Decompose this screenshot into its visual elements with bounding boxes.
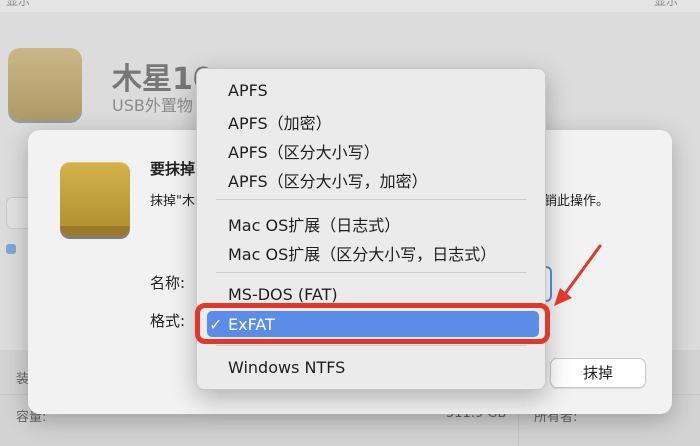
menu-separator	[216, 272, 527, 273]
dialog-message-end: 销此操作。	[544, 194, 610, 209]
menu-item-apfs-case-sensitive[interactable]: APFS（区分大小写）	[228, 139, 380, 163]
annotation-highlight-box	[195, 303, 550, 344]
annotation-arrow-icon	[554, 244, 602, 306]
background-top-left-text: 显示	[6, 0, 31, 8]
menu-item-ms-dos-fat[interactable]: MS-DOS (FAT)	[228, 285, 338, 304]
menu-item-apfs-encrypted[interactable]: APFS（加密）	[228, 110, 332, 134]
dialog-message-start: 抹掉"木	[150, 194, 195, 209]
menu-item-apfs-case-sensitive-encrypted[interactable]: APFS（区分大小写，加密）	[228, 168, 428, 192]
menu-item-mac-os-extended-journaled[interactable]: Mac OS扩展（日志式）	[228, 212, 400, 236]
erase-button[interactable]: 抹掉	[550, 358, 646, 388]
external-disk-icon	[60, 162, 130, 236]
menu-item-mac-os-extended-case-sensitive-journaled[interactable]: Mac OS扩展（区分大小写，日志式）	[228, 241, 496, 265]
background-top-right-text: 显示	[653, 0, 678, 8]
menu-item-windows-ntfs[interactable]: Windows NTFS	[228, 358, 345, 377]
format-label: 格式:	[150, 312, 186, 330]
background-disk-subtitle: USB外置物	[112, 96, 193, 115]
background-window-top	[0, 0, 700, 12]
menu-item-apfs[interactable]: APFS	[228, 81, 268, 100]
name-label: 名称:	[150, 274, 186, 292]
menu-separator	[216, 199, 527, 200]
menu-separator	[216, 345, 527, 346]
background-indicator-dot	[6, 244, 16, 254]
background-disk-icon	[8, 48, 82, 120]
dialog-title: 要抹掉	[150, 160, 196, 178]
